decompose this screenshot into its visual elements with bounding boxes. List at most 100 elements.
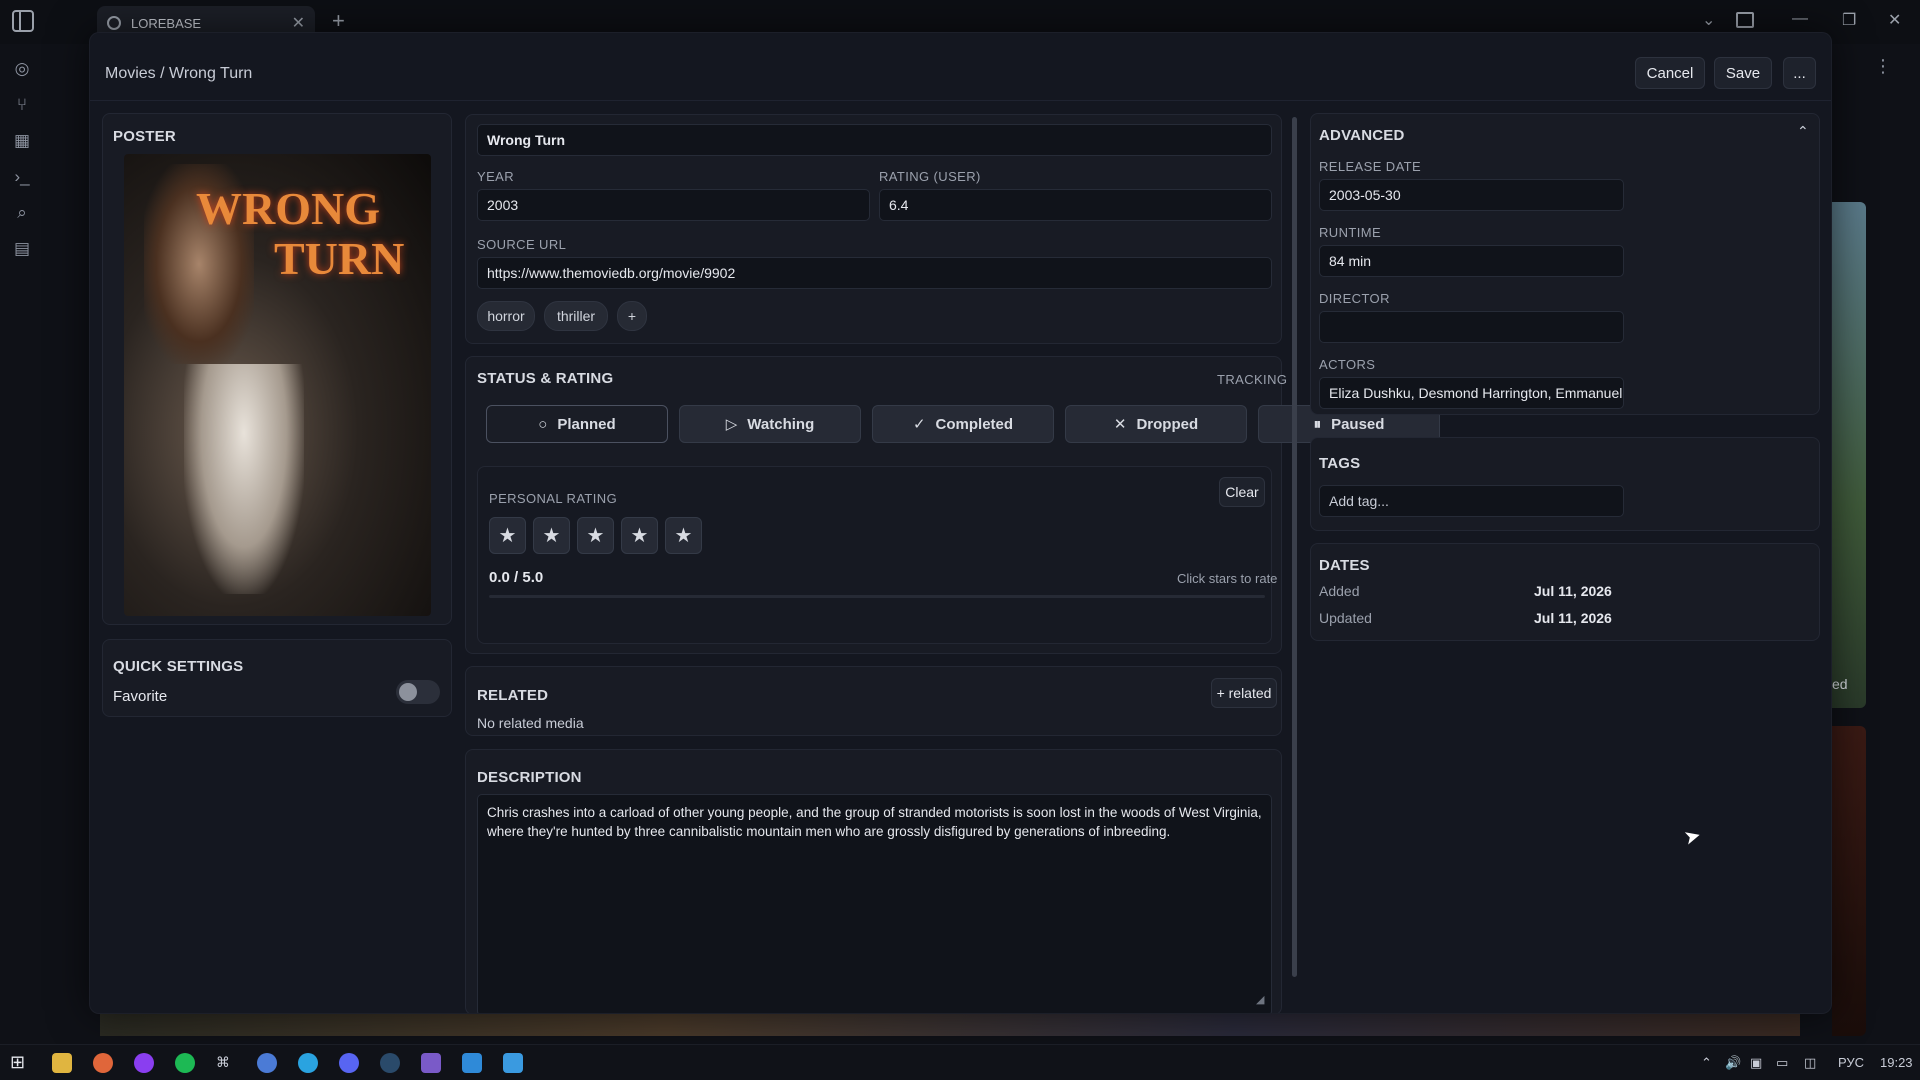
clock[interactable]: 19:23 bbox=[1880, 1055, 1913, 1070]
status-label: Dropped bbox=[1136, 415, 1199, 433]
rating-star-1[interactable]: ★ bbox=[489, 517, 526, 554]
rating-input[interactable]: 6.4 bbox=[879, 189, 1272, 221]
rating-star-5[interactable]: ★ bbox=[665, 517, 702, 554]
rating-star-2[interactable]: ★ bbox=[533, 517, 570, 554]
status-planned-button[interactable]: ○ Planned bbox=[486, 405, 668, 443]
language-indicator[interactable]: РУС bbox=[1838, 1055, 1864, 1070]
status-dropped-button[interactable]: ✕ Dropped bbox=[1065, 405, 1247, 443]
library-icon[interactable]: ▤ bbox=[11, 238, 33, 260]
browser-icon[interactable] bbox=[134, 1053, 154, 1073]
telegram-icon[interactable] bbox=[298, 1053, 318, 1073]
edit-media-modal: Movies / Wrong Turn Cancel Save ... POST… bbox=[89, 32, 1832, 1014]
rating-star-4[interactable]: ★ bbox=[621, 517, 658, 554]
steam-icon[interactable] bbox=[380, 1053, 400, 1073]
sidebar-toggle-icon[interactable] bbox=[12, 10, 34, 32]
lorebase-icon[interactable] bbox=[421, 1053, 441, 1073]
status-label: Watching bbox=[747, 415, 815, 433]
poster-card: POSTER WRONG TURN bbox=[102, 113, 452, 625]
director-input[interactable] bbox=[1319, 311, 1624, 343]
status-completed-button[interactable]: ✓ Completed bbox=[872, 405, 1054, 443]
volume-icon[interactable]: 🔊 bbox=[1725, 1055, 1741, 1071]
favorite-label: Favorite bbox=[113, 688, 168, 705]
background-card bbox=[1832, 726, 1866, 1036]
play-icon: ▷ bbox=[725, 416, 738, 433]
graph-icon[interactable]: ⑂ bbox=[11, 94, 33, 116]
clear-rating-button[interactable]: Clear bbox=[1219, 477, 1265, 507]
runtime-label: RUNTIME bbox=[1319, 225, 1382, 240]
vscode-icon[interactable] bbox=[462, 1053, 482, 1073]
minimize-icon[interactable]: — bbox=[1792, 10, 1808, 28]
check-icon: ✓ bbox=[912, 416, 926, 433]
network-icon[interactable]: ◫ bbox=[1804, 1055, 1816, 1071]
add-related-button[interactable]: + related bbox=[1211, 678, 1277, 708]
editor-icon[interactable] bbox=[503, 1053, 523, 1073]
resize-handle-icon[interactable]: ◢ bbox=[1256, 993, 1264, 1006]
director-label: DIRECTOR bbox=[1319, 291, 1390, 306]
x-icon: ✕ bbox=[1113, 416, 1127, 433]
status-rating-title: STATUS & RATING bbox=[477, 370, 614, 387]
genre-tag-horror[interactable]: horror bbox=[477, 301, 535, 331]
new-tab-button[interactable]: + bbox=[332, 8, 345, 34]
year-label: YEAR bbox=[477, 169, 515, 184]
app-icon[interactable]: ⌘ bbox=[216, 1054, 236, 1074]
main-scrollbar[interactable] bbox=[1292, 117, 1297, 977]
circle-icon: ○ bbox=[538, 415, 548, 433]
file-explorer-icon[interactable] bbox=[52, 1053, 72, 1073]
toggle-knob bbox=[399, 683, 417, 701]
save-button[interactable]: Save bbox=[1714, 57, 1772, 89]
genre-tag-thriller[interactable]: thriller bbox=[544, 301, 608, 331]
window-close-icon[interactable]: ✕ bbox=[1888, 10, 1901, 30]
status-label: Completed bbox=[935, 415, 1014, 433]
rating-label: RATING (USER) bbox=[879, 169, 981, 184]
background-row bbox=[100, 1014, 1800, 1036]
chevron-down-icon[interactable]: ⌄ bbox=[1702, 10, 1715, 30]
firefox-icon[interactable] bbox=[93, 1053, 113, 1073]
split-view-icon[interactable] bbox=[1736, 12, 1754, 28]
description-textarea[interactable]: Chris crashes into a carload of other yo… bbox=[477, 794, 1272, 1013]
poster-title: POSTER bbox=[113, 128, 176, 145]
status-label: Planned bbox=[557, 415, 616, 433]
spotify-icon[interactable] bbox=[175, 1053, 195, 1073]
discord-icon[interactable] bbox=[339, 1053, 359, 1073]
cancel-button[interactable]: Cancel bbox=[1635, 57, 1705, 89]
updated-label: Updated bbox=[1319, 610, 1372, 626]
more-button[interactable]: ... bbox=[1783, 57, 1816, 89]
related-card bbox=[465, 666, 1282, 736]
qbittorrent-icon[interactable] bbox=[257, 1053, 277, 1073]
home-icon[interactable]: ◎ bbox=[11, 58, 33, 80]
chevron-up-icon[interactable]: ⌃ bbox=[1701, 1055, 1712, 1071]
status-watching-button[interactable]: ▷ Watching bbox=[679, 405, 861, 443]
search-icon[interactable]: ⌕ bbox=[11, 202, 33, 224]
terminal-icon[interactable]: ›_ bbox=[11, 166, 33, 188]
windows-start-icon[interactable]: ⊞ bbox=[10, 1052, 30, 1072]
rating-star-3[interactable]: ★ bbox=[577, 517, 614, 554]
poster-art-text: WRONG bbox=[196, 183, 380, 234]
add-genre-button[interactable]: + bbox=[617, 301, 647, 331]
quick-settings-card: QUICK SETTINGS Favorite bbox=[102, 639, 452, 717]
chevron-up-icon[interactable]: ⌃ bbox=[1797, 123, 1809, 140]
restore-icon[interactable]: ❐ bbox=[1842, 10, 1856, 30]
rating-score: 0.0 / 5.0 bbox=[489, 569, 544, 586]
printer-icon[interactable]: ▣ bbox=[1750, 1055, 1762, 1071]
year-input[interactable]: 2003 bbox=[477, 189, 870, 221]
poster-art-text: TURN bbox=[274, 233, 405, 284]
tags-title: TAGS bbox=[1319, 455, 1361, 472]
close-icon[interactable]: ✕ bbox=[292, 13, 305, 33]
poster-image[interactable]: WRONG TURN bbox=[124, 154, 431, 616]
added-label: Added bbox=[1319, 583, 1360, 599]
favorite-toggle[interactable] bbox=[396, 680, 440, 704]
runtime-input[interactable]: 84 min bbox=[1319, 245, 1624, 277]
breadcrumb: Movies / Wrong Turn bbox=[105, 65, 253, 82]
release-date-input[interactable]: 2003-05-30 bbox=[1319, 179, 1624, 211]
calendar-icon[interactable]: ▦ bbox=[11, 130, 33, 152]
rating-hint: Click stars to rate bbox=[1177, 571, 1278, 586]
source-url-input[interactable]: https://www.themoviedb.org/movie/9902 bbox=[477, 257, 1272, 289]
actors-input[interactable]: Eliza Dushku, Desmond Harrington, Emmanu… bbox=[1319, 377, 1624, 409]
kebab-menu-icon[interactable]: ⋮ bbox=[1874, 56, 1892, 77]
pause-icon: ⏸ bbox=[1313, 415, 1322, 433]
add-tag-input[interactable]: Add tag... bbox=[1319, 485, 1624, 517]
title-input[interactable]: Wrong Turn bbox=[477, 124, 1272, 156]
modal-header: Movies / Wrong Turn Cancel Save ... bbox=[90, 33, 1831, 101]
battery-icon[interactable]: ▭ bbox=[1776, 1055, 1788, 1071]
background-card bbox=[1832, 202, 1866, 708]
